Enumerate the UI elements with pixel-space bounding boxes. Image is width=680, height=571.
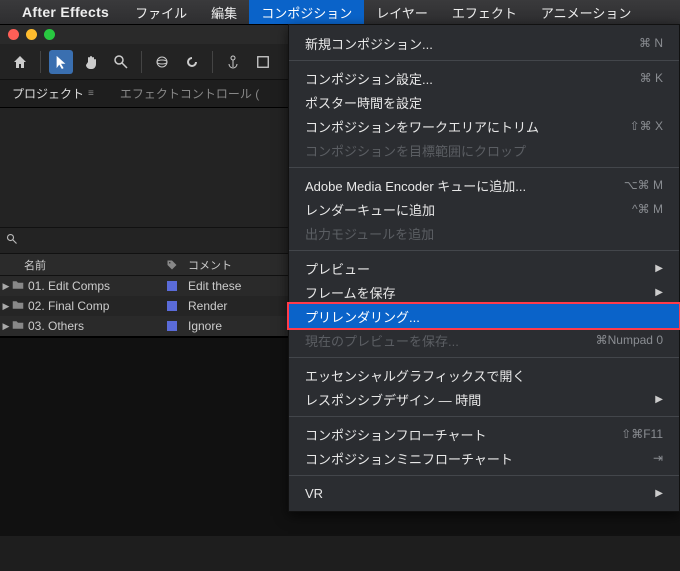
separator [212, 51, 213, 73]
menu-item: 現在のプレビューを保存... ⌘Numpad 0 [289, 328, 679, 352]
shape-tool-icon[interactable] [251, 50, 275, 74]
menu-item[interactable]: レンダーキューに追加 ^⌘ M [289, 197, 679, 221]
menu-separator [289, 250, 679, 251]
menu-item-label: VR [305, 486, 323, 501]
menu-item[interactable]: コンポジションフローチャート ⇧⌘F11 [289, 422, 679, 446]
menu-shortcut: ⇧⌘F11 [621, 427, 663, 441]
menu-item[interactable]: プレビュー ▶ [289, 256, 679, 280]
menu-item-label: 新規コンポジション... [305, 34, 433, 53]
menu-編集[interactable]: 編集 [199, 0, 249, 24]
column-header-name[interactable]: 名前 [0, 257, 160, 273]
menu-item-label: プレビュー [305, 259, 370, 278]
menu-separator [289, 475, 679, 476]
menu-item-label: 出力モジュールを追加 [305, 224, 434, 243]
disclosure-icon[interactable]: ▶ [0, 321, 12, 332]
menubar-items: ファイル編集コンポジションレイヤーエフェクトアニメーション [123, 0, 643, 24]
zoom-tool-icon[interactable] [109, 50, 133, 74]
menu-item[interactable]: フレームを保存 ▶ [289, 280, 679, 304]
home-icon[interactable] [8, 50, 32, 74]
menu-item: 出力モジュールを追加 [289, 221, 679, 245]
menu-separator [289, 60, 679, 61]
menu-item-label: プリレンダリング... [305, 307, 420, 326]
tab-effect-controls[interactable]: エフェクトコントロール ( [116, 80, 263, 107]
menu-item[interactable]: 新規コンポジション... ⌘ N [289, 31, 679, 55]
menu-コンポジション[interactable]: コンポジション [249, 0, 364, 24]
app-name: After Effects [22, 4, 109, 20]
disclosure-icon[interactable]: ▶ [0, 281, 12, 292]
item-name: 01. Edit Comps [26, 279, 160, 293]
minimize-icon[interactable] [26, 29, 37, 40]
panel-menu-icon[interactable]: ≡ [88, 88, 94, 99]
menu-item[interactable]: エッセンシャルグラフィックスで開く [289, 363, 679, 387]
menu-shortcut: ⌘Numpad 0 [596, 333, 663, 347]
folder-icon [12, 279, 26, 294]
menu-item-label: レンダーキューに追加 [305, 200, 435, 219]
anchor-tool-icon[interactable] [221, 50, 245, 74]
menu-separator [289, 167, 679, 168]
menu-item: コンポジションを目標範囲にクロップ [289, 138, 679, 162]
menu-item[interactable]: プリレンダリング... [289, 304, 679, 328]
separator [40, 51, 41, 73]
menu-item-label: コンポジションをワークエリアにトリム [305, 117, 539, 136]
menu-separator [289, 416, 679, 417]
folder-icon [12, 319, 26, 334]
item-name: 02. Final Comp [26, 299, 160, 313]
menu-separator [289, 357, 679, 358]
disclosure-icon[interactable]: ▶ [0, 301, 12, 312]
tab-label: プロジェクト [12, 85, 84, 102]
macos-menubar: After Effects ファイル編集コンポジションレイヤーエフェクトアニメー… [0, 0, 680, 24]
menu-item-label: コンポジションフローチャート [305, 425, 486, 444]
separator [141, 51, 142, 73]
folder-icon [12, 299, 26, 314]
menu-item[interactable]: Adobe Media Encoder キューに追加... ⌥⌘ M [289, 173, 679, 197]
search-icon [6, 233, 18, 248]
item-name: 03. Others [26, 319, 160, 333]
menu-item[interactable]: レスポンシブデザイン — 時間 ▶ [289, 387, 679, 411]
hand-tool-icon[interactable] [79, 50, 103, 74]
submenu-arrow-icon: ▶ [655, 488, 663, 499]
zoom-icon[interactable] [44, 29, 55, 40]
menu-item-label: ポスター時間を設定 [305, 93, 422, 112]
menu-item-label: コンポジション設定... [305, 69, 433, 88]
menu-item[interactable]: ポスター時間を設定 [289, 90, 679, 114]
tab-project[interactable]: プロジェクト ≡ [8, 80, 98, 107]
menu-shortcut: ⇧⌘ X [630, 119, 663, 133]
menu-item-label: Adobe Media Encoder キューに追加... [305, 176, 526, 195]
menu-item-label: レスポンシブデザイン — 時間 [305, 390, 481, 409]
menu-item-label: フレームを保存 [305, 283, 396, 302]
menu-shortcut: ⇥ [653, 451, 663, 465]
submenu-arrow-icon: ▶ [655, 394, 663, 405]
menu-item[interactable]: コンポジションミニフローチャート ⇥ [289, 446, 679, 470]
menu-shortcut: ⌘ N [639, 36, 663, 50]
menu-item[interactable]: コンポジションをワークエリアにトリム ⇧⌘ X [289, 114, 679, 138]
orbit-tool-icon[interactable] [150, 50, 174, 74]
menu-ファイル[interactable]: ファイル [123, 0, 199, 24]
menu-エフェクト[interactable]: エフェクト [440, 0, 529, 24]
menu-item-label: エッセンシャルグラフィックスで開く [305, 366, 525, 385]
menu-shortcut: ⌥⌘ M [624, 178, 663, 192]
composition-menu: 新規コンポジション...⌘ Nコンポジション設定...⌘ Kポスター時間を設定コ… [288, 24, 680, 512]
submenu-arrow-icon: ▶ [655, 263, 663, 274]
submenu-arrow-icon: ▶ [655, 287, 663, 298]
rotate-tool-icon[interactable] [180, 50, 204, 74]
menu-shortcut: ⌘ K [640, 71, 663, 85]
menu-item-label: コンポジションを目標範囲にクロップ [305, 141, 526, 160]
menu-item[interactable]: コンポジション設定... ⌘ K [289, 66, 679, 90]
menu-item-label: 現在のプレビューを保存... [305, 331, 459, 350]
menu-レイヤー[interactable]: レイヤー [364, 0, 440, 24]
column-header-label[interactable] [160, 259, 184, 271]
menu-アニメーション[interactable]: アニメーション [529, 0, 643, 24]
menu-shortcut: ^⌘ M [632, 202, 663, 216]
item-label-color[interactable] [160, 321, 184, 331]
tab-label: エフェクトコントロール ( [120, 85, 259, 102]
menu-item[interactable]: VR ▶ [289, 481, 679, 505]
menu-item-label: コンポジションミニフローチャート [305, 449, 513, 468]
selection-tool-icon[interactable] [49, 50, 73, 74]
item-label-color[interactable] [160, 301, 184, 311]
item-label-color[interactable] [160, 281, 184, 291]
close-icon[interactable] [8, 29, 19, 40]
